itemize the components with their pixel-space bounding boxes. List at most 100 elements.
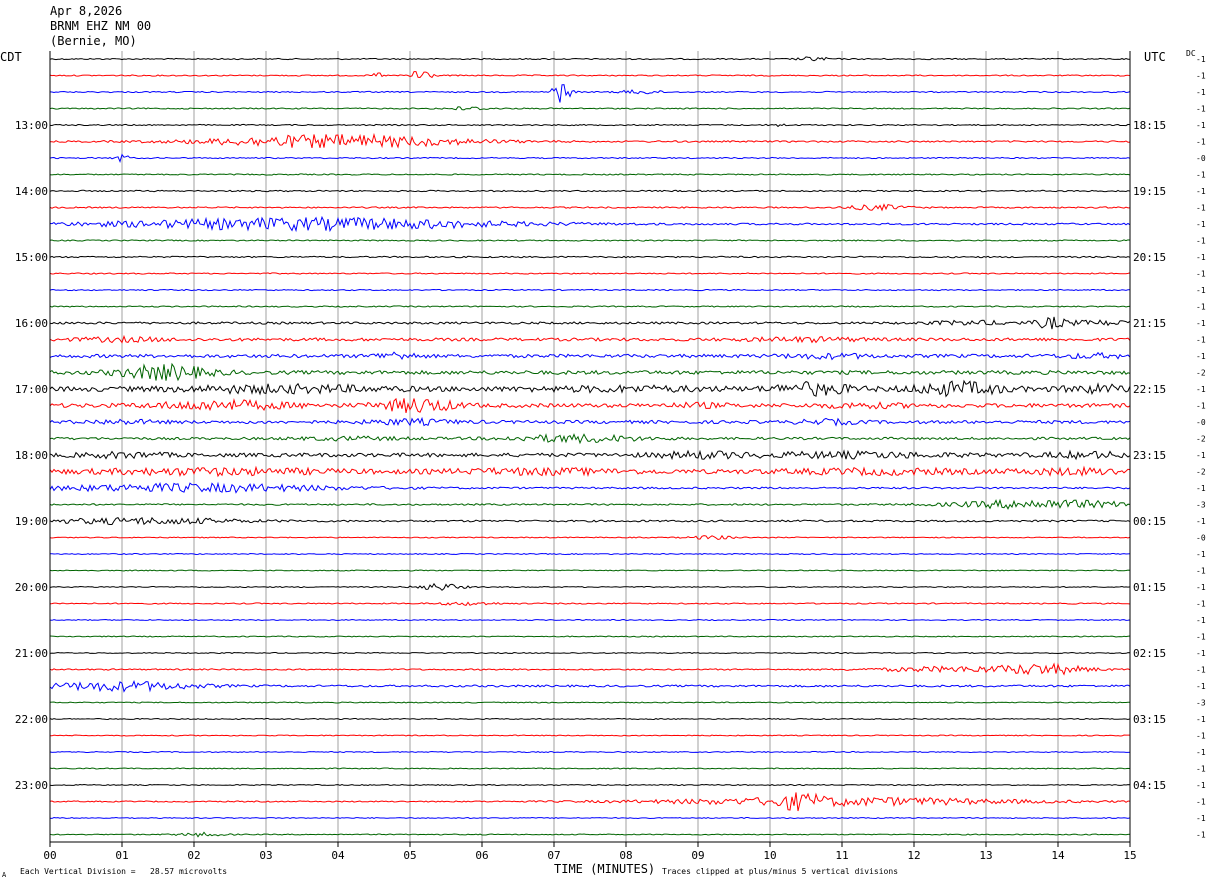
trace-line	[49, 71, 1131, 79]
hour-label-left: 21:00	[15, 647, 48, 660]
trace-line	[49, 679, 1131, 693]
hour-label-right: 03:15	[1133, 713, 1166, 726]
trace-line	[49, 255, 1131, 259]
trace-line	[49, 569, 1131, 572]
dc-offset-label: -1	[1196, 204, 1206, 213]
dc-offset-label: -2	[1196, 435, 1206, 444]
trace-line	[49, 767, 1131, 770]
dc-offset-label: -1	[1196, 385, 1206, 394]
trace-line	[49, 816, 1131, 820]
trace-line	[49, 783, 1131, 787]
x-tick-label: 02	[187, 849, 200, 862]
x-tick-label: 08	[619, 849, 632, 862]
trace-line	[49, 351, 1131, 361]
dc-offset-label: -1	[1196, 600, 1206, 609]
x-tick-label: 10	[763, 849, 776, 862]
trace-line	[49, 433, 1131, 445]
dc-offset-label: -1	[1196, 352, 1206, 361]
dc-offset-label: -1	[1196, 715, 1206, 724]
corner-mark: A	[2, 871, 7, 879]
trace-line	[49, 516, 1131, 526]
trace-line	[49, 288, 1130, 292]
dc-offset-label: -1	[1196, 732, 1206, 741]
hour-label-left: 19:00	[15, 515, 48, 528]
dc-offset-label: -1	[1196, 303, 1206, 312]
x-tick-label: 04	[331, 849, 345, 862]
dc-offset-label: -1	[1196, 583, 1206, 592]
hour-label-left: 13:00	[15, 119, 48, 132]
trace-line	[49, 397, 1131, 414]
trace-line	[49, 582, 1131, 591]
hour-label-right: 23:15	[1133, 449, 1166, 462]
hour-label-left: 23:00	[15, 779, 48, 792]
trace-line	[49, 831, 1131, 838]
dc-offset-label: -1	[1196, 451, 1206, 460]
x-tick-label: 12	[907, 849, 920, 862]
dc-offset-label: -1	[1196, 765, 1206, 774]
dc-offset-label: -1	[1196, 798, 1206, 807]
dc-offset-label: -1	[1196, 220, 1206, 229]
trace-line	[49, 449, 1131, 461]
dc-offset-label: -1	[1196, 666, 1206, 675]
trace-line	[49, 717, 1131, 721]
dc-offset-label: -1	[1196, 121, 1206, 130]
hour-label-left: 17:00	[15, 383, 48, 396]
dc-offset-label: -1	[1196, 237, 1206, 246]
dc-offset-label: -1	[1196, 270, 1206, 279]
dc-offset-label: -2	[1196, 468, 1206, 477]
hour-label-right: 00:15	[1133, 515, 1166, 528]
hour-label-left: 22:00	[15, 713, 48, 726]
dc-offset-label: -1	[1196, 682, 1206, 691]
hour-label-left: 15:00	[15, 251, 48, 264]
trace-line	[49, 750, 1131, 754]
hour-label-right: 04:15	[1133, 779, 1166, 792]
dc-offset-label: -1	[1196, 748, 1206, 757]
dc-offset-label: -1	[1196, 517, 1206, 526]
dc-offset-label: -0	[1196, 154, 1206, 163]
trace-line	[49, 106, 1131, 111]
hour-label-left: 20:00	[15, 581, 48, 594]
trace-line	[49, 153, 1131, 163]
trace-line	[49, 316, 1131, 330]
dc-offset-label: -3	[1196, 501, 1206, 510]
dc-offset-label: -0	[1196, 418, 1206, 427]
dc-offset-label: -1	[1196, 105, 1206, 114]
trace-line	[49, 215, 1131, 233]
dc-offset-label: -1	[1196, 88, 1206, 97]
trace-line	[49, 379, 1131, 398]
trace-line	[49, 173, 1131, 176]
hour-label-left: 14:00	[15, 185, 48, 198]
dc-offset-label: -1	[1196, 649, 1206, 658]
hour-label-left: 18:00	[15, 449, 48, 462]
x-axis-label: TIME (MINUTES)	[554, 862, 656, 876]
clip-note: Traces clipped at plus/minus 5 vertical …	[662, 867, 899, 876]
x-tick-label: 09	[691, 849, 704, 862]
dc-offset-label: -1	[1196, 633, 1206, 642]
trace-line	[49, 792, 1130, 812]
x-tick-label: 05	[403, 849, 416, 862]
dc-offset-label: -1	[1196, 336, 1206, 345]
trace-line	[49, 416, 1131, 427]
scale-note: Each Vertical Division = 28.57 microvolt…	[20, 867, 228, 876]
dc-offset-label: -1	[1196, 484, 1206, 493]
dc-offset-label: -3	[1196, 699, 1206, 708]
hour-label-left: 16:00	[15, 317, 48, 330]
dc-offset-label: -1	[1196, 72, 1206, 81]
trace-line	[49, 362, 1131, 382]
dc-offset-label: -1	[1196, 138, 1206, 147]
trace-line	[49, 465, 1131, 478]
x-tick-label: 03	[259, 849, 272, 862]
hour-label-right: 21:15	[1133, 317, 1166, 330]
dc-offset-label: -1	[1196, 55, 1206, 64]
dc-offset-label: -1	[1196, 831, 1206, 840]
helicorder-plot: 00 01 02 03 04 05 06 07 08 09 10 11 12 13 14 15 13:00 14:…	[15, 51, 1206, 862]
dc-offset-label: -1	[1196, 402, 1206, 411]
trace-line	[49, 84, 1131, 103]
trace-line	[49, 534, 1131, 541]
dc-offset-label: -1	[1196, 781, 1206, 790]
hour-label-right: 02:15	[1133, 647, 1166, 660]
dc-offset-label: -1	[1196, 567, 1206, 576]
dc-offset-label: -1	[1196, 814, 1206, 823]
dc-offset-label: -0	[1196, 534, 1206, 543]
trace-line	[49, 618, 1131, 622]
